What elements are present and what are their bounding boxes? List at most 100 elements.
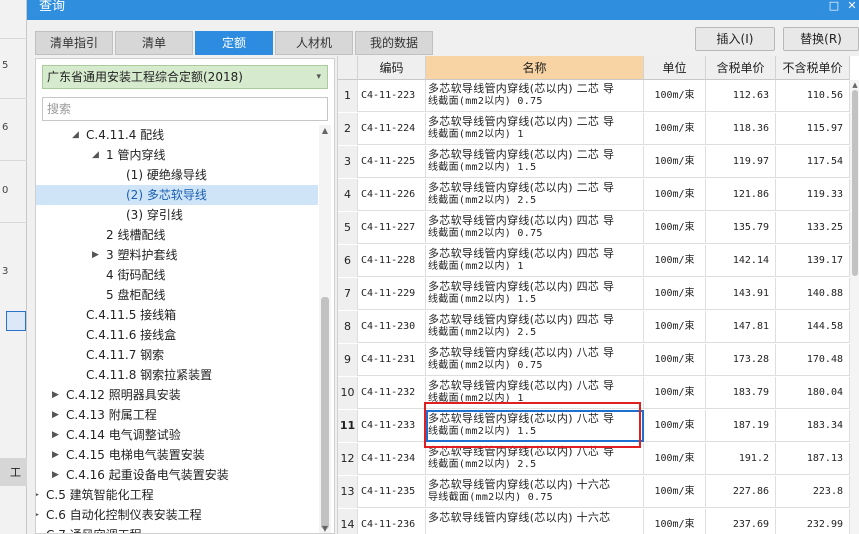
unit-cell[interactable]: 100m/束 [644,410,706,442]
price-without-tax-cell[interactable]: 110.56 [776,80,850,112]
table-row[interactable]: 9 C4-11-231 多芯软导线管内穿线(芯以内) 八芯 导线截面(mm2以内) … [338,344,850,376]
tree-node[interactable]: ▶ C.4.12 照明器具安装 [36,385,318,405]
code-cell[interactable]: C4-11-226 [358,179,426,211]
table-row[interactable]: 14 C4-11-236 多芯软导线管内穿线(芯以内) 十六芯 100m/束 237.6… [338,509,850,534]
tree-node[interactable]: ▶ C.5 建筑智能化工程 [36,485,318,505]
row-number[interactable]: 11 [338,410,358,442]
price-without-tax-cell[interactable]: 117.54 [776,146,850,178]
row-number[interactable]: 10 [338,377,358,409]
tree-node[interactable]: ◢ C.4.11.4 配线 [36,125,318,145]
table-scrollbar[interactable]: ▲ [850,80,859,534]
table-row[interactable]: 13 C4-11-235 多芯软导线管内穿线(芯以内) 十六芯 导线截面(mm2以内)… [338,476,850,508]
unit-cell[interactable]: 100m/束 [644,146,706,178]
name-cell[interactable]: 多芯软导线管内穿线(芯以内) 二芯 导线截面(mm2以内) 0.75 [426,80,644,112]
price-without-tax-cell[interactable]: 232.99 [776,509,850,534]
unit-cell[interactable]: 100m/束 [644,509,706,534]
name-cell[interactable]: 多芯软导线管内穿线(芯以内) 二芯 导线截面(mm2以内) 1.5 [426,146,644,178]
price-with-tax-cell[interactable]: 143.91 [706,278,776,310]
unit-cell[interactable]: 100m/束 [644,80,706,112]
chevron-down-icon[interactable]: ▾ [316,66,321,88]
price-without-tax-cell[interactable]: 223.8 [776,476,850,508]
tree-node[interactable]: ▶ C.7 通风空调工程 [36,525,318,533]
row-number[interactable]: 9 [338,344,358,376]
price-without-tax-cell[interactable]: 115.97 [776,113,850,145]
row-number[interactable]: 5 [338,212,358,244]
code-cell[interactable]: C4-11-223 [358,80,426,112]
price-with-tax-cell[interactable]: 121.86 [706,179,776,211]
name-cell[interactable]: 多芯软导线管内穿线(芯以内) 四芯 导线截面(mm2以内) 2.5 [426,311,644,343]
scroll-down-icon[interactable]: ▼ [319,523,331,533]
tree-scrollbar[interactable]: ▲ ▼ [319,125,331,533]
expand-arrow-icon[interactable]: ▶ [36,505,39,525]
table-row[interactable]: 4 C4-11-226 多芯软导线管内穿线(芯以内) 二芯 导线截面(mm2以内) … [338,179,850,211]
tree-node[interactable]: C.4.11.7 钢索 [36,345,318,365]
search-input[interactable]: 搜索 [42,97,328,121]
code-cell[interactable]: C4-11-235 [358,476,426,508]
code-cell[interactable]: C4-11-230 [358,311,426,343]
name-cell[interactable]: 多芯软导线管内穿线(芯以内) 四芯 导线截面(mm2以内) 0.75 [426,212,644,244]
code-cell[interactable]: C4-11-224 [358,113,426,145]
price-with-tax-cell[interactable]: 118.36 [706,113,776,145]
expand-arrow-icon[interactable]: ▶ [92,245,99,265]
price-with-tax-cell[interactable]: 191.2 [706,443,776,475]
collapse-arrow-icon[interactable]: ◢ [72,125,79,145]
expand-arrow-icon[interactable]: ▶ [52,405,59,425]
tree-node[interactable]: C.4.11.8 钢索拉紧装置 [36,365,318,385]
row-number[interactable]: 1 [338,80,358,112]
bg-selected-cell[interactable] [6,311,26,331]
tab-list-guide[interactable]: 清单指引 [35,31,113,55]
price-without-tax-cell[interactable]: 139.17 [776,245,850,277]
insert-button[interactable]: 插入(I) [695,27,775,51]
tree-node[interactable]: (1) 硬绝缘导线 [36,165,318,185]
code-cell[interactable]: C4-11-233 [358,410,426,442]
expand-arrow-icon[interactable]: ▶ [52,425,59,445]
unit-cell[interactable]: 100m/束 [644,212,706,244]
unit-cell[interactable]: 100m/束 [644,245,706,277]
name-cell[interactable]: 多芯软导线管内穿线(芯以内) 四芯 导线截面(mm2以内) 1 [426,245,644,277]
price-with-tax-cell[interactable]: 142.14 [706,245,776,277]
table-row[interactable]: 7 C4-11-229 多芯软导线管内穿线(芯以内) 四芯 导线截面(mm2以内) … [338,278,850,310]
row-number[interactable]: 13 [338,476,358,508]
row-number[interactable]: 3 [338,146,358,178]
price-with-tax-cell[interactable]: 237.69 [706,509,776,534]
tree-node[interactable]: (3) 穿引线 [36,205,318,225]
code-cell[interactable]: C4-11-225 [358,146,426,178]
price-with-tax-cell[interactable]: 173.28 [706,344,776,376]
scroll-up-icon[interactable]: ▲ [850,80,859,90]
scroll-thumb[interactable] [852,90,858,276]
code-cell[interactable]: C4-11-228 [358,245,426,277]
tree-node[interactable]: ▶ C.6 自动化控制仪表安装工程 [36,505,318,525]
price-without-tax-cell[interactable]: 170.48 [776,344,850,376]
name-cell[interactable]: 多芯软导线管内穿线(芯以内) 十六芯 导线截面(mm2以内) 0.75 [426,476,644,508]
price-with-tax-cell[interactable]: 187.19 [706,410,776,442]
price-without-tax-cell[interactable]: 144.58 [776,311,850,343]
expand-arrow-icon[interactable]: ▶ [52,385,59,405]
row-number[interactable]: 4 [338,179,358,211]
unit-cell[interactable]: 100m/束 [644,179,706,211]
row-number[interactable]: 14 [338,509,358,534]
header-code[interactable]: 编码 [358,56,426,80]
table-row[interactable]: 8 C4-11-230 多芯软导线管内穿线(芯以内) 四芯 导线截面(mm2以内) … [338,311,850,343]
close-icon[interactable]: ✕ [845,0,859,14]
expand-arrow-icon[interactable]: ▶ [52,445,59,465]
row-number[interactable]: 6 [338,245,358,277]
restore-icon[interactable]: □ [827,0,841,14]
tree-node[interactable]: 2 线槽配线 [36,225,318,245]
price-without-tax-cell[interactable]: 187.13 [776,443,850,475]
tree-node[interactable]: (2) 多芯软导线 [36,185,318,205]
table-row[interactable]: 6 C4-11-228 多芯软导线管内穿线(芯以内) 四芯 导线截面(mm2以内) … [338,245,850,277]
table-row[interactable]: 2 C4-11-224 多芯软导线管内穿线(芯以内) 二芯 导线截面(mm2以内) … [338,113,850,145]
replace-button[interactable]: 替换(R) [783,27,859,51]
tree-node[interactable]: ▶ C.4.14 电气调整试验 [36,425,318,445]
price-with-tax-cell[interactable]: 112.63 [706,80,776,112]
unit-cell[interactable]: 100m/束 [644,443,706,475]
unit-cell[interactable]: 100m/束 [644,311,706,343]
unit-cell[interactable]: 100m/束 [644,476,706,508]
name-cell[interactable]: 多芯软导线管内穿线(芯以内) 十六芯 [426,509,644,534]
scroll-up-icon[interactable]: ▲ [319,125,331,137]
code-cell[interactable]: C4-11-231 [358,344,426,376]
price-without-tax-cell[interactable]: 133.25 [776,212,850,244]
expand-arrow-icon[interactable]: ▶ [36,485,39,505]
table-row[interactable]: 1 C4-11-223 多芯软导线管内穿线(芯以内) 二芯 导线截面(mm2以内) … [338,80,850,112]
tree-node[interactable]: 5 盘柜配线 [36,285,318,305]
